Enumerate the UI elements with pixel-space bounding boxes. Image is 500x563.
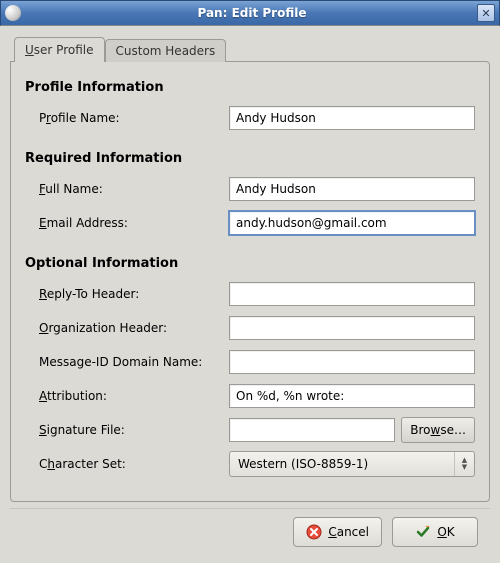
- row-email: Email Address:: [39, 210, 475, 236]
- signature-file-input[interactable]: [229, 418, 395, 442]
- ok-button[interactable]: OK: [392, 517, 478, 547]
- close-button[interactable]: ✕: [477, 4, 495, 22]
- organization-input[interactable]: [229, 316, 475, 340]
- section-profile-information: Profile Information: [25, 80, 475, 95]
- row-signature: Signature File: Browse…: [39, 417, 475, 443]
- app-icon: [5, 5, 21, 21]
- attribution-input[interactable]: [229, 384, 475, 408]
- row-msgid: Message-ID Domain Name:: [39, 349, 475, 375]
- ok-icon: [415, 524, 431, 540]
- row-reply-to: Reply-To Header:: [39, 281, 475, 307]
- tabstrip: User Profile Custom Headers: [10, 37, 490, 62]
- titlebar: Pan: Edit Profile ✕: [0, 0, 500, 26]
- label-profile-name: Profile Name:: [39, 111, 229, 125]
- reply-to-input[interactable]: [229, 282, 475, 306]
- ok-label: OK: [437, 525, 454, 539]
- close-icon: ✕: [481, 7, 490, 20]
- row-profile-name: Profile Name:: [39, 105, 475, 131]
- label-full-name: Full Name:: [39, 182, 229, 196]
- label-reply-to: Reply-To Header:: [39, 287, 229, 301]
- cancel-label: Cancel: [328, 525, 369, 539]
- full-name-input[interactable]: [229, 177, 475, 201]
- tab-panel-user-profile: Profile Information Profile Name: Requir…: [10, 61, 490, 502]
- window-title: Pan: Edit Profile: [27, 6, 477, 20]
- label-attribution: Attribution:: [39, 389, 229, 403]
- browse-button[interactable]: Browse…: [401, 417, 475, 443]
- msgid-input[interactable]: [229, 350, 475, 374]
- label-msgid: Message-ID Domain Name:: [39, 355, 229, 369]
- section-optional-information: Optional Information: [25, 256, 475, 271]
- window-body: User Profile Custom Headers Profile Info…: [0, 26, 500, 563]
- tab-custom-headers[interactable]: Custom Headers: [105, 39, 227, 62]
- tab-label: U: [25, 43, 34, 57]
- email-input[interactable]: [229, 211, 475, 235]
- tab-label: ser Profile: [34, 43, 94, 57]
- charset-combo[interactable]: Western (ISO-8859-1) ▲▼: [229, 451, 475, 477]
- tab-label: Custom Headers: [116, 44, 216, 58]
- profile-name-input[interactable]: [229, 106, 475, 130]
- label-email: Email Address:: [39, 216, 229, 230]
- section-required-information: Required Information: [25, 151, 475, 166]
- button-bar: Cancel OK: [10, 508, 490, 557]
- cancel-button[interactable]: Cancel: [293, 517, 382, 547]
- row-organization: Organization Header:: [39, 315, 475, 341]
- label-signature: Signature File:: [39, 423, 229, 437]
- label-organization: Organization Header:: [39, 321, 229, 335]
- label-charset: Character Set:: [39, 457, 229, 471]
- browse-label: Browse…: [410, 423, 466, 437]
- spin-icon: ▲▼: [454, 452, 470, 476]
- row-attribution: Attribution:: [39, 383, 475, 409]
- row-full-name: Full Name:: [39, 176, 475, 202]
- tab-user-profile[interactable]: User Profile: [14, 37, 105, 62]
- row-charset: Character Set: Western (ISO-8859-1) ▲▼: [39, 451, 475, 477]
- cancel-icon: [306, 524, 322, 540]
- charset-value: Western (ISO-8859-1): [238, 457, 454, 471]
